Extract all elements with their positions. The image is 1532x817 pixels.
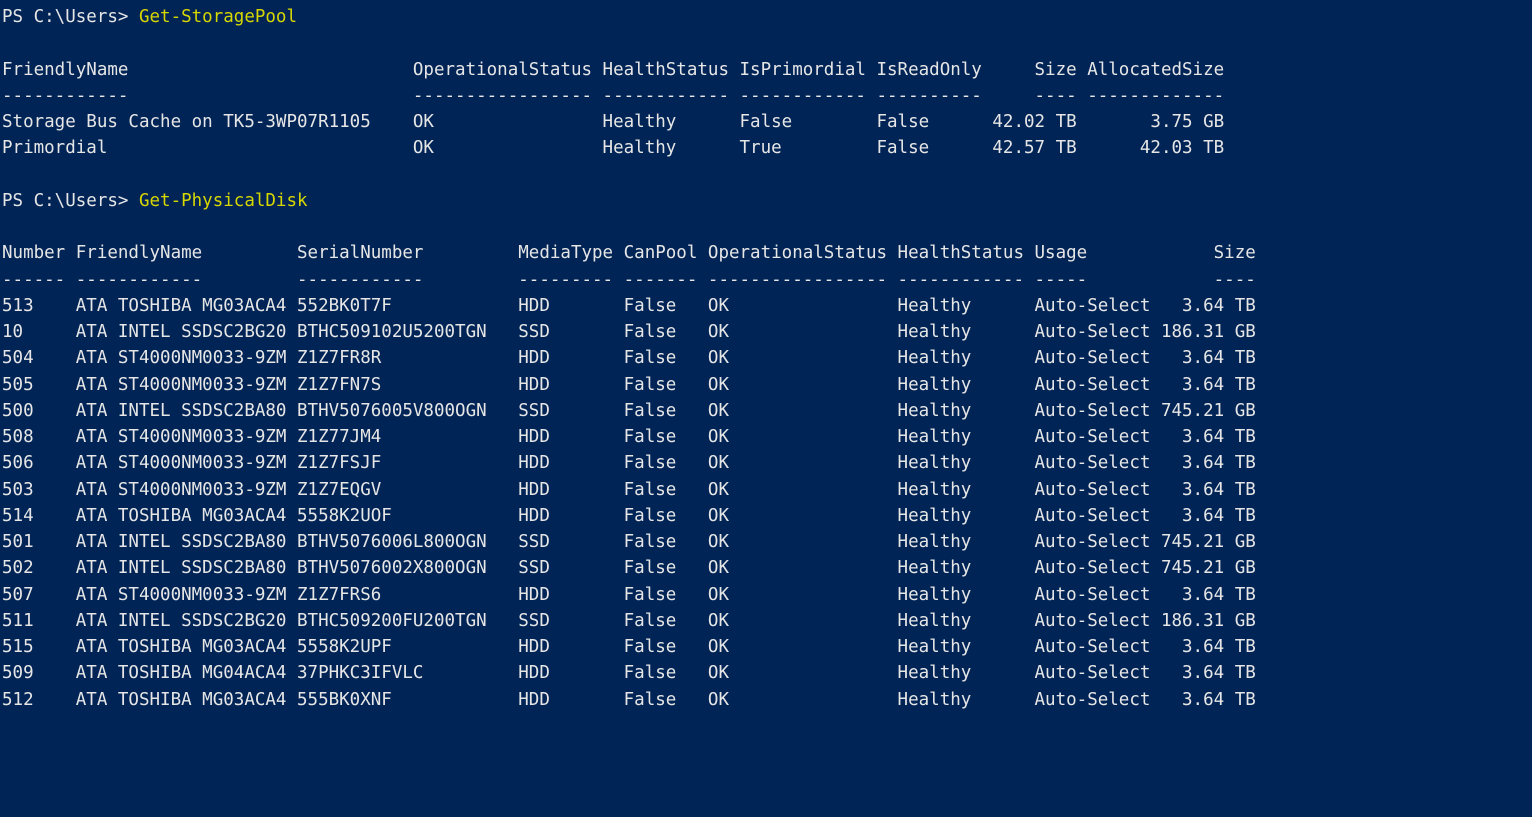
command-get-physicaldisk: Get-PhysicalDisk xyxy=(139,191,308,211)
storagepool-dash-row: ------------ ----------------- ---------… xyxy=(2,86,1224,106)
physicaldisk-dash-row: ------ ------------ ------------ -------… xyxy=(2,270,1256,290)
physicaldisk-header-row: Number FriendlyName SerialNumber MediaTy… xyxy=(2,243,1256,263)
command-get-storagepool: Get-StoragePool xyxy=(139,7,297,27)
prompt-2: PS C:\Users> xyxy=(2,191,139,211)
storagepool-header-row: FriendlyName OperationalStatus HealthSta… xyxy=(2,60,1224,80)
physicaldisk-rows: 513 ATA TOSHIBA MG03ACA4 552BK0T7F HDD F… xyxy=(2,296,1256,710)
storagepool-rows: Storage Bus Cache on TK5-3WP07R1105 OK H… xyxy=(2,112,1224,158)
prompt-1: PS C:\Users> xyxy=(2,7,139,27)
powershell-terminal[interactable]: PS C:\Users> Get-StoragePool FriendlyNam… xyxy=(0,0,1532,717)
